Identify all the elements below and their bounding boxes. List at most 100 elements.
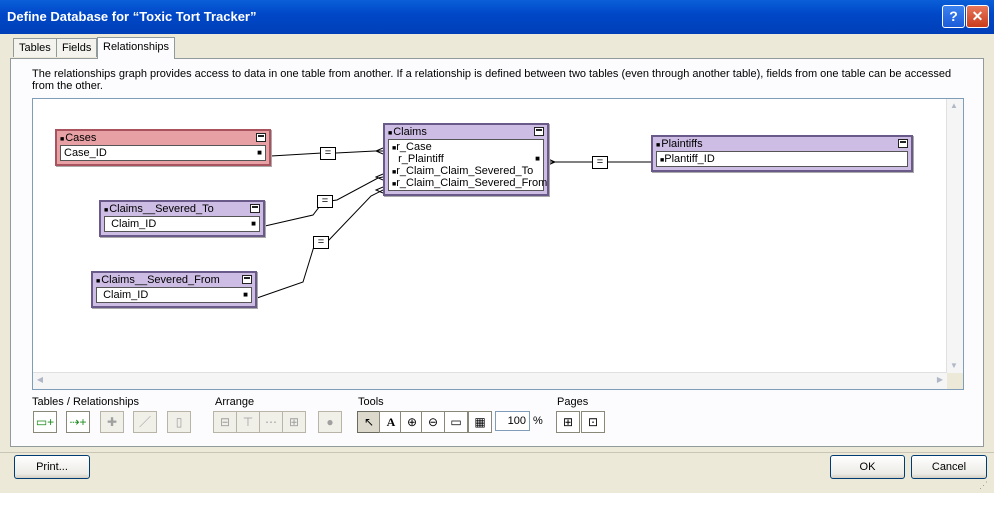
add-relationship-icon: ⇢+ bbox=[69, 415, 87, 429]
table-occurrence-plaintiffs[interactable]: ■Plaintiffs ■Plantiff_ID bbox=[651, 135, 913, 172]
field-row[interactable]: ■r_Claim_Claim_Severed_To bbox=[392, 165, 543, 177]
pointer-icon: ↖ bbox=[363, 415, 375, 429]
table-header[interactable]: ■Claims bbox=[385, 125, 547, 139]
group-label-tools: Tools bbox=[358, 396, 384, 408]
field-name: Claim_ID bbox=[111, 218, 157, 230]
table-marker-icon: ■ bbox=[60, 136, 65, 143]
table-occurrence-claims-severed-from[interactable]: ■Claims__Severed_From Claim_ID ■ bbox=[91, 271, 257, 308]
field-row[interactable]: ■r_Claim_Claim_Severed_From bbox=[392, 177, 547, 189]
close-button[interactable]: ✕ bbox=[966, 5, 989, 28]
table-name: Plaintiffs bbox=[661, 138, 703, 150]
page-setup-icon: ⊡ bbox=[587, 415, 599, 429]
relationship-operator-cases-claims[interactable]: = bbox=[320, 147, 336, 160]
edit-button[interactable]: ／ bbox=[133, 411, 157, 433]
field-row[interactable]: r_Plaintiff ■ bbox=[392, 153, 543, 165]
help-button[interactable]: ? bbox=[942, 5, 965, 28]
group-label-arrange: Arrange bbox=[215, 396, 255, 408]
table-occurrence-claims-severed-to[interactable]: ■Claims__Severed_To Claim_ID ■ bbox=[99, 200, 265, 237]
fit-window-button[interactable]: ▭ bbox=[444, 411, 468, 433]
field-row[interactable]: Case_ID ■ bbox=[64, 147, 265, 159]
divider bbox=[0, 452, 994, 453]
field-list: ■Plantiff_ID bbox=[656, 151, 908, 167]
field-list: ■r_Case r_Plaintiff ■ ■r_Claim_Claim_Seve… bbox=[388, 139, 547, 191]
field-list: Case_ID ■ bbox=[60, 145, 266, 161]
table-name: Cases bbox=[65, 132, 97, 144]
field-row[interactable]: Claim_ID ■ bbox=[108, 218, 259, 230]
edit-icon: ／ bbox=[138, 415, 151, 429]
scroll-corner bbox=[947, 373, 963, 389]
align-left-icon: ⊟ bbox=[219, 415, 231, 429]
cancel-button[interactable]: Cancel bbox=[911, 455, 987, 479]
add-table-button[interactable]: ▭+ bbox=[33, 411, 57, 433]
page-breaks-icon: ⊞ bbox=[562, 415, 574, 429]
zoom-out-icon: ⊖ bbox=[427, 415, 439, 429]
align-top-icon: ⊤ bbox=[242, 415, 254, 429]
print-button[interactable]: Print... bbox=[14, 455, 90, 479]
table-occurrence-cases[interactable]: ■Cases Case_ID ■ bbox=[55, 129, 271, 166]
scroll-down-icon[interactable]: ▼ bbox=[947, 359, 961, 373]
title-bar[interactable]: Define Database for “Toxic Tort Tracker”… bbox=[0, 0, 994, 34]
align-top-button[interactable]: ⊤ bbox=[236, 411, 260, 433]
color-button[interactable]: ● bbox=[318, 411, 342, 433]
page-view-button[interactable]: ▦ bbox=[468, 411, 492, 433]
tab-fields[interactable]: Fields bbox=[56, 38, 98, 57]
fit-window-icon: ▭ bbox=[450, 415, 462, 429]
table-header[interactable]: ■Claims__Severed_To bbox=[101, 202, 263, 216]
collapse-icon[interactable] bbox=[534, 127, 544, 136]
collapse-icon[interactable] bbox=[256, 133, 266, 142]
group-label-pages: Pages bbox=[557, 396, 589, 408]
tab-tables[interactable]: Tables bbox=[13, 38, 57, 57]
table-marker-icon: ■ bbox=[96, 278, 101, 285]
zoom-input[interactable]: 100 bbox=[495, 411, 530, 431]
page-breaks-button[interactable]: ⊞ bbox=[556, 411, 580, 433]
pointer-tool-button[interactable]: ↖ bbox=[357, 411, 381, 433]
table-name: Claims bbox=[393, 126, 427, 138]
table-occurrence-claims[interactable]: ■Claims ■r_Case r_Plaintiff ■ ■r_Claim_Cl… bbox=[383, 123, 549, 196]
resize-button[interactable]: ⊞ bbox=[282, 411, 306, 433]
relationship-operator-severed-from[interactable]: = bbox=[313, 236, 329, 249]
relationship-operator-severed-to[interactable]: = bbox=[317, 195, 333, 208]
field-name: Case_ID bbox=[64, 147, 107, 159]
page-setup-button[interactable]: ⊡ bbox=[581, 411, 605, 433]
resize-grip-icon[interactable]: ⋰ bbox=[979, 480, 988, 491]
duplicate-button[interactable]: ✚ bbox=[100, 411, 124, 433]
key-dot-icon: ■ bbox=[535, 154, 540, 163]
field-name: Claim_ID bbox=[103, 289, 149, 301]
field-row[interactable]: Claim_ID ■ bbox=[100, 289, 251, 301]
horizontal-scrollbar[interactable]: ◀ ▶ bbox=[33, 372, 947, 389]
distribute-horizontal-button[interactable]: ⋯ bbox=[259, 411, 283, 433]
key-dot-icon: ■ bbox=[243, 290, 248, 299]
collapse-icon[interactable] bbox=[898, 139, 908, 148]
table-header[interactable]: ■Plaintiffs bbox=[653, 137, 911, 151]
ok-button[interactable]: OK bbox=[830, 455, 905, 479]
table-marker-icon: ■ bbox=[104, 207, 109, 214]
key-dot-icon: ■ bbox=[257, 148, 262, 157]
table-header[interactable]: ■Claims__Severed_From bbox=[93, 273, 255, 287]
zoom-in-icon: ⊕ bbox=[406, 415, 418, 429]
align-left-button[interactable]: ⊟ bbox=[213, 411, 237, 433]
distribute-horizontal-icon: ⋯ bbox=[265, 415, 277, 429]
tab-relationships[interactable]: Relationships bbox=[97, 37, 176, 59]
table-header[interactable]: ■Cases bbox=[57, 131, 269, 145]
scroll-up-icon[interactable]: ▲ bbox=[947, 99, 961, 113]
field-row[interactable]: ■r_Case bbox=[392, 141, 543, 153]
collapse-icon[interactable] bbox=[250, 204, 260, 213]
field-name: r_Case bbox=[396, 141, 432, 153]
delete-button[interactable]: ▯ bbox=[167, 411, 191, 433]
table-marker-icon: ■ bbox=[656, 142, 661, 149]
vertical-scrollbar[interactable]: ▲ ▼ bbox=[946, 99, 963, 373]
scroll-left-icon[interactable]: ◀ bbox=[33, 373, 47, 387]
color-icon: ● bbox=[326, 415, 334, 429]
field-list: Claim_ID ■ bbox=[96, 287, 252, 303]
scroll-right-icon[interactable]: ▶ bbox=[933, 373, 947, 387]
collapse-icon[interactable] bbox=[242, 275, 252, 284]
relationships-graph[interactable]: = = = = ■Cases Case_ID ■ ■Claims ■r_Case … bbox=[32, 98, 964, 390]
duplicate-icon: ✚ bbox=[106, 415, 118, 429]
field-row[interactable]: ■Plantiff_ID bbox=[660, 153, 907, 165]
delete-icon: ▯ bbox=[175, 415, 183, 429]
page-view-icon: ▦ bbox=[474, 415, 486, 429]
zoom-out-button[interactable]: ⊖ bbox=[421, 411, 445, 433]
relationship-operator-claims-plaintiffs[interactable]: = bbox=[592, 156, 608, 169]
define-database-dialog: Define Database for “Toxic Tort Tracker”… bbox=[0, 0, 994, 493]
add-relationship-button[interactable]: ⇢+ bbox=[66, 411, 90, 433]
